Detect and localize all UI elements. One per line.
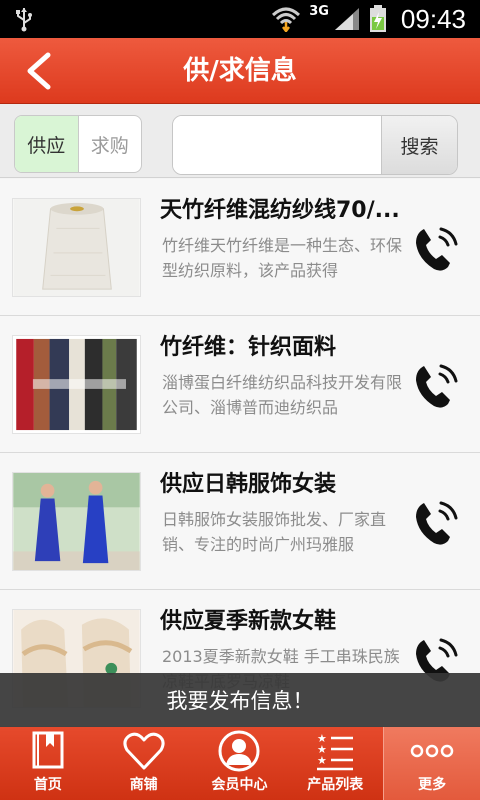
nav-home[interactable]: 首页 bbox=[0, 727, 96, 800]
bottom-nav: 首页 商铺 会员中心 ★ ★ ★ 产品列表 更多 bbox=[0, 727, 480, 800]
supply-tab[interactable]: 供应 bbox=[15, 116, 79, 172]
women-dress-image bbox=[13, 473, 140, 570]
wifi-icon bbox=[272, 7, 301, 32]
nav-label: 产品列表 bbox=[307, 777, 364, 793]
nav-member-center[interactable]: 会员中心 bbox=[192, 727, 288, 800]
publish-info-button[interactable]: 我要发布信息！ bbox=[0, 673, 480, 727]
heart-icon bbox=[123, 732, 165, 770]
list-item[interactable]: 竹纤维：针织面料 淄博蛋白纤维纺织品科技开发有限公司、淄博普而迪纺织品 bbox=[0, 316, 480, 453]
usb-icon bbox=[16, 8, 32, 32]
list-icon: ★ ★ ★ bbox=[317, 732, 354, 771]
svg-text:★: ★ bbox=[317, 754, 327, 767]
search-band: 供应 求购 搜索 bbox=[0, 104, 480, 178]
item-title: 供应日韩服饰女装 bbox=[160, 472, 337, 497]
supply-demand-toggle: 供应 求购 bbox=[14, 115, 142, 173]
nav-label: 首页 bbox=[33, 777, 62, 793]
clock: 09:43 bbox=[400, 3, 466, 34]
app-screen: 3G 09:43 供/求信息 供应 求购 搜索 天竹纤维混纺纱线70/... 竹… bbox=[0, 0, 480, 800]
item-description: 淄博蛋白纤维纺织品科技开发有限公司、淄博普而迪纺织品 bbox=[162, 373, 402, 417]
product-thumbnail bbox=[12, 198, 141, 297]
item-title: 竹纤维：针织面料 bbox=[160, 335, 337, 360]
nav-label: 商铺 bbox=[129, 777, 158, 793]
search-button[interactable]: 搜索 bbox=[381, 116, 457, 174]
item-description: 竹纤维天竹纤维是一种生态、环保型纺织原料，该产品获得 bbox=[162, 236, 402, 280]
item-title: 供应夏季新款女鞋 bbox=[160, 609, 337, 634]
book-icon bbox=[32, 731, 64, 769]
yarn-cone-image bbox=[13, 199, 140, 296]
phone-icon[interactable] bbox=[410, 223, 460, 275]
nav-product-list[interactable]: ★ ★ ★ 产品列表 bbox=[287, 727, 383, 800]
status-bar: 3G 09:43 bbox=[0, 0, 480, 38]
supply-list: 天竹纤维混纺纱线70/... 竹纤维天竹纤维是一种生态、环保型纺织原料，该产品获… bbox=[0, 179, 480, 739]
list-item[interactable]: 天竹纤维混纺纱线70/... 竹纤维天竹纤维是一种生态、环保型纺织原料，该产品获… bbox=[0, 179, 480, 316]
item-description: 日韩服饰女装服饰批发、厂家直销、专注的时尚广州玛雅服 bbox=[162, 510, 387, 554]
product-thumbnail bbox=[12, 472, 141, 571]
signal-icon bbox=[334, 8, 359, 30]
list-item[interactable]: 供应日韩服饰女装 日韩服饰女装服饰批发、厂家直销、专注的时尚广州玛雅服 bbox=[0, 453, 480, 590]
search-box: 搜索 bbox=[172, 115, 458, 175]
nav-shops[interactable]: 商铺 bbox=[96, 727, 192, 800]
user-icon bbox=[218, 730, 260, 772]
item-title: 天竹纤维混纺纱线70/... bbox=[160, 198, 400, 223]
battery-charging-icon bbox=[369, 5, 386, 32]
title-bar: 供/求信息 bbox=[0, 38, 480, 104]
nav-label: 更多 bbox=[418, 777, 447, 793]
search-input[interactable] bbox=[173, 116, 381, 174]
product-thumbnail bbox=[12, 335, 141, 434]
page-title: 供/求信息 bbox=[183, 56, 297, 86]
network-type: 3G bbox=[309, 3, 329, 19]
more-icon bbox=[410, 744, 454, 758]
nav-label: 会员中心 bbox=[211, 777, 268, 793]
demand-tab[interactable]: 求购 bbox=[79, 116, 142, 172]
nav-more[interactable]: 更多 bbox=[383, 727, 480, 800]
phone-icon[interactable] bbox=[410, 497, 460, 549]
phone-icon[interactable] bbox=[410, 360, 460, 412]
knit-fabric-image bbox=[13, 336, 140, 433]
